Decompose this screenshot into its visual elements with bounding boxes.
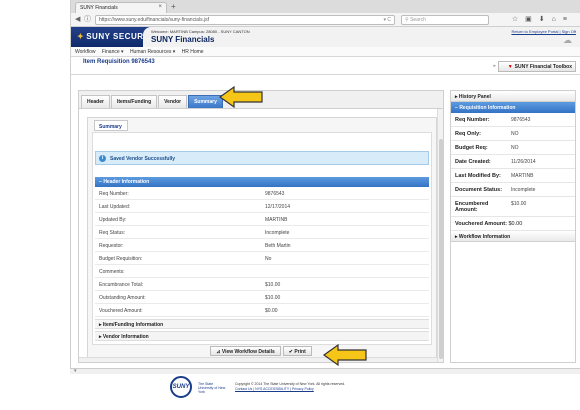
browser-tab-title: SUNY Financials — [80, 5, 118, 11]
info-row: Req Number: 9876543 — [451, 113, 575, 127]
star-icon[interactable]: ☆ — [512, 16, 525, 23]
info-row: Last Modified By: MARTINB — [451, 169, 575, 183]
vouchered-amount-row: Vouchered Amount: $0.00 — [451, 217, 575, 231]
table-row: Budget Requisition: No — [95, 252, 429, 265]
browser-tabstrip: SUNY Financials × + — [71, 0, 580, 13]
footer-links[interactable]: Contact Us | NYS ACCESSIBILITY | Privacy… — [235, 387, 345, 392]
clipboard-icon[interactable]: ▣ — [525, 16, 539, 23]
browser-search-input[interactable]: ⚲ Search — [401, 15, 489, 25]
info-icon: i — [99, 155, 106, 162]
employee-portal-link[interactable]: Return to Employee Portal | Sign Off — [511, 29, 576, 34]
page-footer: SUNY The State University of New York Co… — [70, 374, 580, 410]
table-row: Comments: — [95, 265, 429, 278]
suny-footer-subtitle: The State University of New York — [198, 382, 226, 394]
info-row: Date Created: 11/26/2014 — [451, 155, 575, 169]
history-panel-header[interactable]: ▸ History Panel — [451, 91, 575, 102]
requisition-info-panel: ▸ History Panel − Requisition Informatio… — [450, 90, 576, 363]
item-funding-section[interactable]: ▸ Item/Funding Information — [95, 319, 429, 329]
close-tab-icon[interactable]: × — [158, 4, 162, 10]
main-panel: Header Items/Funding Vendor Summary Summary… — [78, 90, 444, 363]
app-header: ✦ SUNY SECURE Welcome: MARTINB Campus: 28… — [71, 27, 580, 47]
success-message-text: Saved Vendor Successfully — [110, 156, 176, 162]
download-icon[interactable]: ⬇ — [539, 16, 552, 23]
menu-item-human-resources[interactable]: Human Resources ▾ — [130, 49, 175, 55]
summary-container: Summary i Saved Vendor Successfully − He… — [87, 117, 437, 360]
menu-item-hr-home[interactable]: HR Home — [182, 49, 204, 55]
pointer-arrow-icon — [218, 85, 263, 109]
page-title: Item Requisition 9876543 — [83, 59, 155, 65]
header-info-rows: Req Number: 9876543 Last Updated: 12/17/20… — [95, 187, 429, 317]
address-bar[interactable]: https://www.suny.edu/financials/suny-fin… — [95, 15, 395, 25]
table-row: Vouchered Amount: $0.00 — [95, 304, 429, 317]
header-info-area: Welcome: MARTINB Campus: 28080 - SUNY CA… — [143, 27, 580, 47]
info-row: Encumbered Amount: $10.00 — [451, 197, 575, 217]
menu-icon[interactable]: ≡ — [563, 16, 574, 23]
table-row: Last Updated: 12/17/2014 — [95, 200, 429, 213]
horizontal-scrollbar[interactable] — [79, 357, 437, 362]
tab-header[interactable]: Header — [81, 95, 110, 108]
expand-icon[interactable]: ▸ — [493, 63, 496, 69]
info-icon[interactable]: ⓘ — [84, 16, 91, 24]
star-logo-icon: ✦ — [77, 32, 85, 41]
menu-item-workflow[interactable]: Workflow — [75, 49, 95, 55]
new-tab-icon[interactable]: + — [171, 2, 176, 11]
welcome-text: Welcome: MARTINB Campus: 28080 - SUNY CA… — [151, 29, 250, 34]
vendor-information-section[interactable]: ▸ Vendor Information — [95, 331, 429, 341]
summary-panel: i Saved Vendor Successfully − Header Inf… — [92, 132, 432, 345]
home-icon[interactable]: ⌂ — [552, 16, 563, 23]
suny-secure-logo[interactable]: ✦ SUNY SECURE — [77, 32, 149, 41]
url-text: https://www.suny.edu/financials/suny-fin… — [99, 17, 209, 23]
info-row: Budget Req: NO — [451, 141, 575, 155]
toolbox-button[interactable]: ▼ SUNY Financial Toolbox — [498, 61, 576, 72]
pointer-arrow-icon — [322, 343, 367, 367]
info-row: Document Status: Incomplete — [451, 183, 575, 197]
table-row: Updated By: MARTINB — [95, 213, 429, 226]
header-information-section[interactable]: − Header Information — [95, 177, 429, 187]
search-placeholder: Search — [410, 17, 426, 23]
page-title-bar: Item Requisition 9876543 ▸ ▼ SUNY Financi… — [71, 57, 580, 75]
tab-items-funding[interactable]: Items/Funding — [110, 95, 158, 108]
view-workflow-button[interactable]: ⊿ View Workflow Details — [210, 346, 281, 356]
info-row: Req Only: NO — [451, 127, 575, 141]
summary-subtab[interactable]: Summary — [94, 120, 128, 131]
back-icon[interactable]: ◀ — [75, 16, 80, 24]
copyright-text: Copyright © 2014 The State University of… — [235, 382, 346, 392]
table-row: Req Status: Incomplete — [95, 226, 429, 239]
menu-item-finance[interactable]: Finance ▾ — [102, 49, 124, 55]
app-name: SUNY Financials — [151, 35, 215, 44]
browser-tab[interactable]: SUNY Financials × — [75, 2, 167, 13]
workflow-info-header[interactable]: ▸ Workflow Information — [451, 231, 575, 242]
table-row: Outstanding Amount: $10.00 — [95, 291, 429, 304]
tab-vendor[interactable]: Vendor — [158, 95, 188, 108]
reload-icon[interactable]: ▾ C — [383, 17, 391, 24]
vertical-scrollbar[interactable] — [437, 109, 443, 362]
browser-navbar: ◀ ⓘ https://www.suny.edu/financials/suny… — [71, 13, 580, 27]
table-row: Req Number: 9876543 — [95, 187, 429, 200]
table-row: Encumbrance Total: $10.00 — [95, 278, 429, 291]
cloud-icon: ☁ — [563, 35, 572, 45]
requisition-info-header[interactable]: − Requisition Information — [451, 102, 575, 113]
table-row: Requestor: Beth Martin — [95, 239, 429, 252]
caret-down-icon: ▼ — [507, 64, 513, 70]
scrollbar-thumb[interactable] — [439, 139, 443, 359]
success-message: i Saved Vendor Successfully — [95, 151, 429, 165]
browser-toolbar-icons: ☆▣⬇⌂≡ — [512, 15, 574, 24]
main-menu: Workflow Finance ▾ Human Resources ▾ HR … — [71, 47, 580, 57]
suny-footer-logo: SUNY — [170, 376, 192, 398]
print-button[interactable]: ✔ Print — [282, 346, 312, 356]
